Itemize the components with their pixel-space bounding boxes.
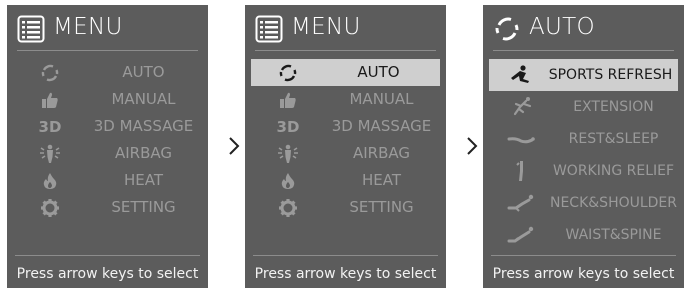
menu-item-3d-massage[interactable]: 3D 3D MASSAGE — [245, 113, 446, 140]
menu-item-heat[interactable]: HEAT — [245, 167, 446, 194]
menu-item-manual[interactable]: MANUAL — [7, 86, 208, 113]
refresh-icon — [279, 64, 297, 81]
menu-item-label: SETTING — [111, 198, 176, 216]
footer-hint: Press arrow keys to select — [16, 266, 199, 282]
menu-item-label: HEAT — [123, 171, 164, 189]
neck-pose-icon — [507, 194, 534, 212]
extension-pose-icon — [513, 97, 532, 116]
airbag-icon — [40, 144, 60, 163]
screen-title: MENU — [53, 14, 123, 40]
program-item-neck-shoulder[interactable]: NECK&SHOULDER — [483, 187, 684, 219]
menu-item-airbag[interactable]: AIRBAG — [7, 140, 208, 167]
gear-icon — [41, 198, 59, 217]
menu-item-label: HEAT — [361, 171, 402, 189]
menu-item-airbag[interactable]: AIRBAG — [245, 140, 446, 167]
3d-icon: 3D — [38, 117, 62, 136]
menu-item-label: 3D MASSAGE — [331, 117, 432, 135]
menu-item-heat[interactable]: HEAT — [7, 167, 208, 194]
menu-item-setting[interactable]: SETTING — [7, 194, 208, 221]
program-item-label: REST&SLEEP — [568, 131, 659, 147]
footer-hint: Press arrow keys to select — [492, 266, 675, 282]
program-item-extension[interactable]: EXTENSION — [483, 91, 684, 123]
menu-screen-2: MENU AUTO MANUAL 3D 3D MASSAGE AIRBAG HE… — [245, 5, 446, 288]
thumbs-up-icon — [42, 92, 58, 108]
header-divider — [493, 50, 674, 51]
program-item-working-relief[interactable]: WORKING RELIEF — [483, 155, 684, 187]
program-item-label: EXTENSION — [573, 99, 654, 115]
menu-item-label: AIRBAG — [352, 144, 411, 162]
menu-screen-1: MENU AUTO MANUAL 3D 3D MASSAGE AIRBAG HE… — [7, 5, 208, 288]
thumbs-up-icon — [280, 92, 296, 108]
airbag-icon — [278, 144, 298, 163]
rest-pose-icon — [507, 137, 535, 144]
screen-title: AUTO — [529, 14, 595, 40]
menu-item-label: AUTO — [122, 63, 165, 81]
program-item-rest-sleep[interactable]: REST&SLEEP — [483, 123, 684, 155]
footer-divider — [253, 255, 438, 256]
footer-divider — [15, 255, 200, 256]
refresh-icon — [41, 64, 59, 81]
chevron-right-icon — [229, 137, 240, 155]
chevron-right-icon — [467, 137, 478, 155]
menu-item-label: SETTING — [349, 198, 414, 216]
footer-hint: Press arrow keys to select — [254, 266, 437, 282]
menu-item-auto[interactable]: AUTO — [251, 59, 440, 86]
menu-item-3d-massage[interactable]: 3D 3D MASSAGE — [7, 113, 208, 140]
auto-screen: AUTO SPORTS REFRESH EXTENSION REST&SLEEP… — [483, 5, 684, 288]
program-item-label: WAIST&SPINE — [565, 227, 662, 243]
program-item-label: NECK&SHOULDER — [549, 195, 678, 211]
menu-item-label: AUTO — [357, 63, 400, 81]
program-item-label: WORKING RELIEF — [552, 163, 675, 179]
flame-icon — [43, 172, 57, 189]
menu-item-manual[interactable]: MANUAL — [245, 86, 446, 113]
menu-item-setting[interactable]: SETTING — [245, 194, 446, 221]
screen-header: MENU — [7, 5, 208, 53]
menu-item-auto[interactable]: AUTO — [7, 59, 208, 86]
menu-list: AUTO MANUAL 3D 3D MASSAGE AIRBAG HEAT SE… — [245, 59, 446, 221]
program-item-label: SPORTS REFRESH — [548, 67, 673, 83]
list-icon — [17, 15, 45, 43]
screen-header: MENU — [245, 5, 446, 53]
header-divider — [255, 50, 436, 51]
flame-icon — [281, 172, 295, 189]
screen-title: MENU — [291, 14, 361, 40]
refresh-icon — [495, 17, 519, 41]
program-item-waist-spine[interactable]: WAIST&SPINE — [483, 219, 684, 251]
sports-pose-icon — [511, 65, 529, 83]
menu-item-label: 3D MASSAGE — [93, 117, 194, 135]
waist-pose-icon — [507, 226, 534, 243]
header-divider — [17, 50, 198, 51]
menu-list: AUTO MANUAL 3D 3D MASSAGE AIRBAG HEAT SE… — [7, 59, 208, 221]
screen-header: AUTO — [483, 5, 684, 53]
menu-item-label: MANUAL — [349, 90, 414, 108]
menu-item-label: AIRBAG — [114, 144, 173, 162]
gear-icon — [279, 198, 297, 217]
working-pose-icon — [516, 161, 523, 181]
menu-item-label: MANUAL — [111, 90, 176, 108]
list-icon — [255, 15, 283, 43]
program-item-sports-refresh[interactable]: SPORTS REFRESH — [489, 59, 678, 91]
3d-icon: 3D — [276, 117, 300, 136]
footer-divider — [491, 255, 676, 256]
auto-program-list: SPORTS REFRESH EXTENSION REST&SLEEP WORK… — [483, 59, 684, 251]
